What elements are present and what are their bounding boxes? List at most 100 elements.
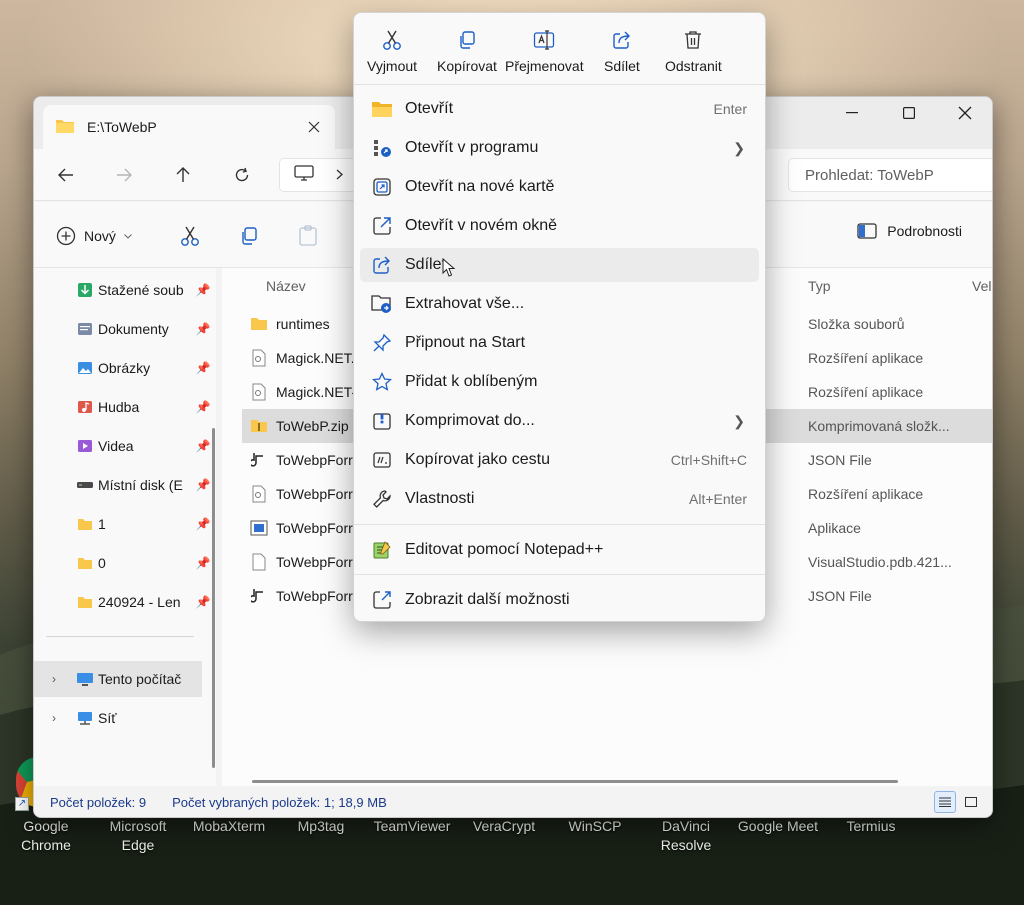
desktop-icon-label[interactable]: DaVinci Resolve (648, 817, 724, 855)
sidebar-item-folder-240924[interactable]: 240924 - Len 📌 (34, 584, 216, 620)
desktop-icon-label[interactable]: Google Chrome (12, 817, 80, 855)
paste-icon[interactable] (295, 223, 321, 249)
cut-button[interactable]: Vyjmout (367, 27, 417, 74)
sidebar-item-label: Tento počítač (98, 671, 182, 687)
details-label: Podrobnosti (887, 223, 962, 239)
menu-item-shortcut: Ctrl+Shift+C (670, 452, 747, 468)
menu-item-more-options[interactable]: Zobrazit další možnosti (360, 583, 759, 617)
forward-button[interactable] (107, 158, 141, 192)
desktop-icon-label[interactable]: Google Meet (730, 817, 826, 836)
cut-icon[interactable] (177, 223, 203, 249)
sidebar-item-pictures[interactable]: Obrázky 📌 (34, 350, 216, 386)
menu-item-open-with[interactable]: Otevřít v programu ❯ (360, 131, 759, 165)
folder-icon (76, 594, 94, 610)
expand-chevron-icon[interactable]: › (52, 711, 56, 725)
menu-item-copy-path[interactable]: Kopírovat jako cestu Ctrl+Shift+C (360, 443, 759, 477)
submenu-chevron-icon: ❯ (733, 139, 745, 156)
context-menu: Vyjmout Kopírovat Přejmenovat Sdílet Ods… (353, 12, 766, 622)
sidebar-item-local-disk[interactable]: Místní disk (E 📌 (34, 467, 216, 503)
close-tab-icon[interactable] (299, 112, 329, 142)
new-button[interactable]: Nový (56, 221, 132, 251)
details-view-button[interactable] (934, 791, 956, 813)
item-count: Počet položek: 9 (50, 794, 147, 810)
sidebar-item-label: Dokumenty (98, 321, 169, 337)
menu-item-open-new-tab[interactable]: Otevřít na nové kartě (360, 170, 759, 204)
menu-item-share[interactable]: Sdílet (360, 248, 759, 282)
dll-icon (250, 485, 268, 503)
menu-item-extract-all[interactable]: Extrahovat vše... (360, 287, 759, 321)
file-type: VisualStudio.pdb.421... (808, 554, 952, 570)
menu-item-compress[interactable]: Komprimovat do... ❯ (360, 404, 759, 438)
minimize-button[interactable] (829, 97, 875, 129)
column-header-type[interactable]: Typ (808, 278, 831, 294)
refresh-button[interactable] (225, 158, 259, 192)
desktop-icon-label[interactable]: WinSCP (558, 817, 632, 836)
copy-icon[interactable] (236, 223, 262, 249)
file-type: Rozšíření aplikace (808, 350, 924, 366)
sidebar-item-folder-1[interactable]: 1 📌 (34, 506, 216, 542)
pin-icon: 📌 (195, 439, 211, 453)
horizontal-scrollbar[interactable] (252, 780, 898, 783)
pictures-icon (76, 360, 94, 376)
sidebar-item-music[interactable]: Hudba 📌 (34, 389, 216, 425)
expand-chevron-icon[interactable]: › (52, 672, 56, 686)
address-bar[interactable] (279, 158, 359, 192)
selected-count: Počet vybraných položek: 1; 18,9 MB (172, 794, 387, 810)
tiles-view-icon (965, 797, 977, 807)
copy-button[interactable]: Kopírovat (437, 27, 497, 74)
menu-separator (354, 574, 765, 575)
back-button[interactable] (49, 158, 83, 192)
menu-item-label: Otevřít v programu (405, 139, 539, 156)
tiles-view-button[interactable] (960, 791, 982, 813)
menu-item-open-new-window[interactable]: Otevřít v novém okně (360, 209, 759, 243)
documents-icon (76, 321, 94, 337)
share-button[interactable]: Sdílet (604, 27, 640, 74)
column-header-size[interactable]: Veli (972, 278, 992, 294)
desktop-icon-label[interactable]: VeraCrypt (464, 817, 544, 836)
desktop-icon-label[interactable]: Termius (836, 817, 906, 836)
breadcrumb-chevron-icon[interactable] (336, 167, 343, 183)
maximize-button[interactable] (886, 97, 932, 129)
menu-item-add-favorites[interactable]: Přidat k oblíbeným (360, 365, 759, 399)
menu-item-pin-start[interactable]: Připnout na Start (360, 326, 759, 360)
computer-icon (294, 165, 314, 185)
sidebar-item-network[interactable]: › Síť (34, 700, 216, 736)
desktop-icon-label[interactable]: TeamViewer (366, 817, 458, 836)
mouse-cursor-icon (442, 258, 456, 277)
sidebar-item-folder-0[interactable]: 0 📌 (34, 545, 216, 581)
close-window-button[interactable] (942, 97, 988, 129)
sidebar-item-label: Videa (98, 438, 134, 454)
sidebar-item-this-pc[interactable]: › Tento počítač (34, 661, 202, 697)
up-button[interactable] (166, 158, 200, 192)
menu-item-open[interactable]: Otevřít Enter (360, 92, 759, 126)
extract-icon (371, 293, 393, 315)
copy-path-icon (371, 449, 393, 471)
zip-folder-icon (250, 417, 268, 435)
file-type: Rozšíření aplikace (808, 384, 924, 400)
rename-button[interactable]: Přejmenovat (505, 27, 584, 74)
desktop-icon-label[interactable]: Microsoft Edge (100, 817, 176, 855)
desktop-icon-label[interactable]: MobaXterm (186, 817, 272, 836)
new-button-label: Nový (84, 228, 116, 244)
tab-towebp[interactable]: E:\ToWebP (43, 105, 335, 149)
pin-icon: 📌 (195, 283, 211, 297)
file-name: runtimes (276, 316, 330, 332)
sidebar-item-videos[interactable]: Videa 📌 (34, 428, 216, 464)
sidebar-item-downloads[interactable]: Stažené soub 📌 (34, 272, 216, 308)
desktop-icon-label[interactable]: Mp3tag (284, 817, 358, 836)
sidebar-item-documents[interactable]: Dokumenty 📌 (34, 311, 216, 347)
menu-item-notepadpp[interactable]: Editovat pomocí Notepad++ (360, 533, 759, 567)
pin-icon: 📌 (195, 556, 211, 570)
pin-icon: 📌 (195, 322, 211, 336)
details-pane-button[interactable]: Podrobnosti (857, 223, 962, 239)
search-input[interactable]: Prohledat: ToWebP (788, 158, 992, 192)
sidebar-divider (46, 636, 194, 637)
navigation-pane: Stažené soub 📌 Dokumenty 📌 Obrázky 📌 Hud… (34, 268, 216, 786)
delete-button[interactable]: Odstranit (665, 27, 722, 74)
copy-icon (457, 27, 477, 53)
json-icon (250, 587, 268, 605)
sidebar-item-label: 1 (98, 516, 106, 532)
menu-item-properties[interactable]: Vlastnosti Alt+Enter (360, 482, 759, 516)
sidebar-scrollbar[interactable] (212, 428, 215, 768)
column-header-name[interactable]: Název (266, 278, 306, 294)
